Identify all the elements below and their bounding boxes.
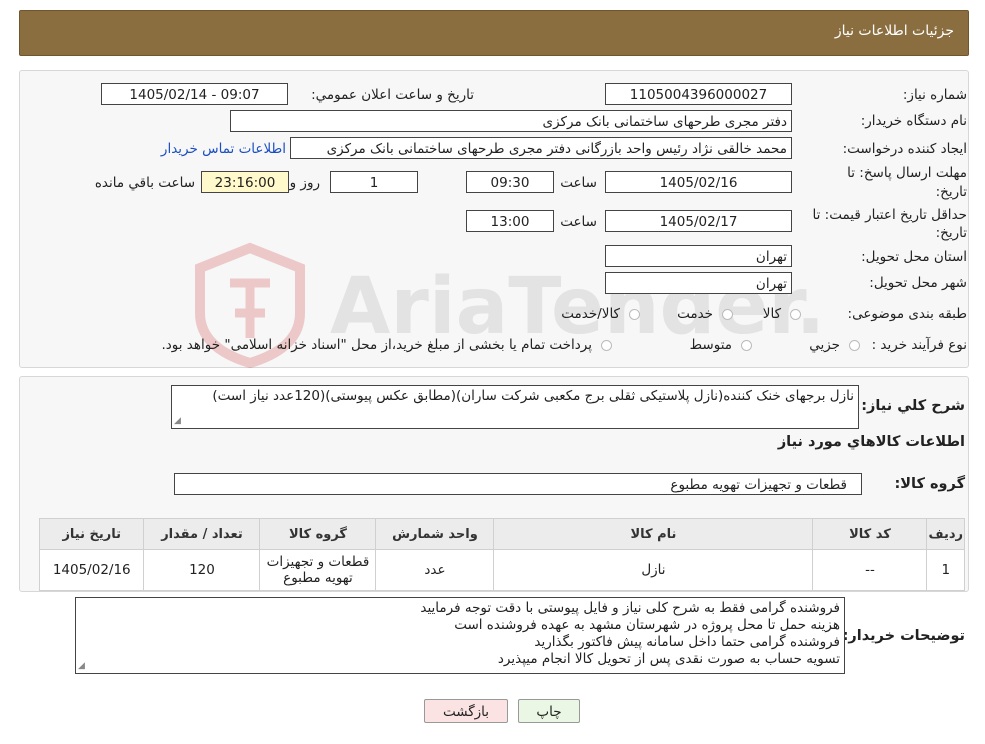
col-code: کد کالا (812, 518, 928, 550)
table-row: 1 -- نازل عدد قطعات و تجهیزات تهویه مطبو… (38, 549, 965, 591)
category-goods-radio[interactable] (790, 309, 801, 320)
print-button[interactable]: چاپ (518, 699, 580, 723)
send-deadline-label: مهلت ارسال پاسخ: تا (847, 165, 967, 181)
page-header: جزئیات اطلاعات نیاز (19, 10, 969, 56)
province-label: استان محل تحویل: (861, 249, 967, 265)
validity-time-label: ساعت (560, 214, 597, 230)
buyer-notes-textarea[interactable]: فروشنده گرامی فقط به شرح کلی نیاز و فایل… (75, 597, 845, 674)
goods-info-title: اطلاعات کالاهاي مورد نياز (777, 434, 965, 450)
purchase-note: پرداخت تمام یا بخشی از مبلغ خرید،از محل … (161, 337, 592, 353)
buyer-contact-link[interactable]: اطلاعات تماس خریدار (161, 141, 286, 157)
purchase-minor-label: جزیي (809, 337, 840, 353)
send-date-field: 1405/02/16 (605, 171, 792, 193)
category-label: طبقه بندی موضوعی: (847, 306, 967, 322)
cell-unit: عدد (375, 549, 495, 591)
days-field: 1 (330, 171, 418, 193)
cell-code: -- (812, 549, 928, 591)
send-deadline-label-2: تاریخ: (935, 184, 967, 200)
buyer-note-line: فروشنده گرامی فقط به شرح کلی نیاز و فایل… (420, 600, 840, 616)
category-service-radio[interactable] (722, 309, 733, 320)
page-title: جزئیات اطلاعات نیاز (834, 23, 954, 39)
buyer-note-line: فروشنده گرامی حتما داخل سامانه پیش فاکتو… (534, 634, 840, 650)
buyer-note-line: تسویه حساب به صورت نقدی پس از تحویل کالا… (497, 651, 840, 667)
col-group: گروه کالا (259, 518, 377, 550)
back-button[interactable]: بازگشت (424, 699, 508, 723)
goods-group-value: قطعات و تجهیزات تهویه مطبوع (670, 477, 847, 493)
purchase-medium-radio[interactable] (741, 340, 752, 351)
buyer-org-label: نام دستگاه خریدار: (860, 113, 967, 129)
resize-grip-icon[interactable]: ◢ (174, 417, 181, 426)
purchase-minor-radio[interactable] (849, 340, 860, 351)
general-desc-textarea[interactable]: نازل برجهای خنک کننده(نازل پلاستیکی ثقلی… (171, 385, 859, 429)
buyer-org-field: دفتر مجری طرحهای ساختمانی بانک مرکزی (230, 110, 792, 132)
price-validity-label-2: تاریخ: (935, 225, 967, 241)
category-goods-label: کالا (762, 306, 781, 322)
validity-date-field: 1405/02/17 (605, 210, 792, 232)
col-date: تاریخ نیاز (38, 518, 145, 550)
category-service-label: خدمت (677, 306, 713, 322)
city-field: تهران (605, 272, 792, 294)
buyer-notes-label: توضیحات خریدار: (842, 628, 965, 644)
buyer-note-line: هزینه حمل تا محل پروژه در شهرستان مشهد ب… (454, 617, 840, 633)
category-goods-service-label: کالا/خدمت (561, 306, 620, 322)
validity-time-field: 13:00 (466, 210, 554, 232)
resize-grip-icon[interactable]: ◢ (78, 662, 85, 671)
send-time-label: ساعت (560, 175, 597, 191)
need-number-label: شماره نیاز: (902, 87, 967, 103)
days-label: روز و (289, 175, 320, 191)
cell-group: قطعات و تجهیزات تهویه مطبوع (259, 549, 377, 591)
requester-label: ایجاد کننده درخواست: (842, 141, 967, 157)
price-validity-label: حداقل تاریخ اعتبار قیمت: تا (812, 207, 967, 223)
announce-datetime-label: تاریخ و ساعت اعلان عمومي: (311, 87, 474, 103)
need-number-field: 1105004396000027 (605, 83, 792, 105)
cell-quantity: 120 (143, 549, 261, 591)
purchase-medium-label: متوسط (689, 337, 732, 353)
purchase-type-label: نوع فرآیند خرید : (871, 337, 967, 353)
goods-group-label: گروه کالا: (894, 476, 965, 492)
general-desc-label: شرح کلي نياز: (861, 398, 965, 414)
category-goods-service-radio[interactable] (629, 309, 640, 320)
remaining-time-label: ساعت باقي مانده (94, 175, 195, 191)
cell-name: نازل (493, 549, 814, 591)
announce-datetime-field: 1405/02/14 - 09:07 (101, 83, 288, 105)
col-quantity: تعداد / مقدار (143, 518, 261, 550)
province-field: تهران (605, 245, 792, 267)
city-label: شهر محل تحویل: (869, 275, 967, 291)
goods-table-header: ردیف کد کالا نام کالا واحد شمارش گروه کا… (38, 518, 965, 550)
col-name: نام کالا (493, 518, 814, 550)
purchase-treasury-radio[interactable] (601, 340, 612, 351)
goods-table: ردیف کد کالا نام کالا واحد شمارش گروه کا… (38, 518, 965, 591)
general-desc-text: نازل برجهای خنک کننده(نازل پلاستیکی ثقلی… (212, 388, 854, 404)
remaining-time-field: 23:16:00 (201, 171, 289, 193)
requester-field: محمد خالقی نژاد رئیس واحد بازرگانی دفتر … (290, 137, 792, 159)
cell-date: 1405/02/16 (38, 549, 145, 591)
col-row: ردیف (926, 518, 965, 550)
col-unit: واحد شمارش (375, 518, 495, 550)
goods-group-field: قطعات و تجهیزات تهویه مطبوع (174, 473, 862, 495)
send-time-field: 09:30 (466, 171, 554, 193)
cell-row: 1 (926, 549, 965, 591)
